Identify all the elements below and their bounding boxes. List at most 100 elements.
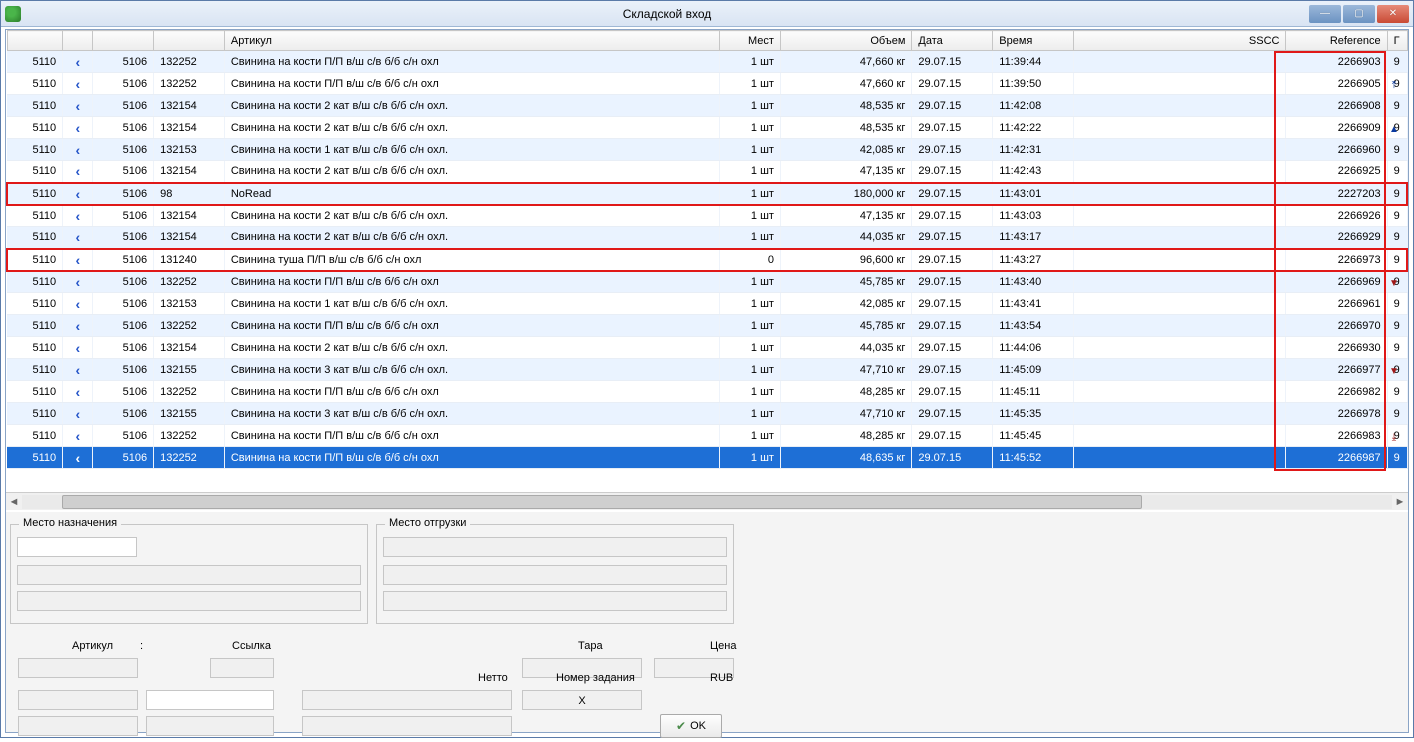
table-cell[interactable]: Свинина на кости П/П в/ш с/в б/б с/н охл: [224, 271, 719, 293]
destination-field-1[interactable]: [17, 537, 137, 557]
table-cell[interactable]: 5106: [93, 249, 154, 271]
table-cell[interactable]: [1074, 227, 1286, 249]
table-cell[interactable]: 47,660 кг: [780, 51, 911, 73]
table-row[interactable]: 5110‹5106132155Свинина на кости 3 кат в/…: [7, 359, 1407, 381]
table-cell[interactable]: 5110: [7, 359, 63, 381]
table-cell[interactable]: 132155: [154, 403, 225, 425]
scroll-thumb[interactable]: [62, 495, 1142, 509]
table-cell[interactable]: 5110: [7, 425, 63, 447]
table-cell[interactable]: 29.07.15: [912, 117, 993, 139]
table-cell[interactable]: 29.07.15: [912, 249, 993, 271]
table-cell[interactable]: 2266929: [1286, 227, 1387, 249]
table-cell[interactable]: [1074, 95, 1286, 117]
table-cell[interactable]: 44,035 кг: [780, 337, 911, 359]
table-cell[interactable]: Свинина на кости 3 кат в/ш с/в б/б с/н о…: [224, 359, 719, 381]
table-cell[interactable]: Свинина на кости П/П в/ш с/в б/б с/н охл: [224, 51, 719, 73]
table-cell[interactable]: 48,285 кг: [780, 381, 911, 403]
table-cell[interactable]: Свинина на кости 2 кат в/ш с/в б/б с/н о…: [224, 161, 719, 183]
table-row[interactable]: 5110‹5106132252Свинина на кости П/П в/ш …: [7, 425, 1407, 447]
nav-up-button[interactable]: ▲: [1389, 118, 1399, 140]
table-cell[interactable]: 1 шт: [720, 403, 781, 425]
detail-field-2[interactable]: [146, 690, 274, 710]
table-row[interactable]: 5110‹5106132252Свинина на кости П/П в/ш …: [7, 51, 1407, 73]
table-cell[interactable]: 29.07.15: [912, 359, 993, 381]
table-cell[interactable]: ‹: [63, 183, 93, 205]
table-cell[interactable]: 132252: [154, 73, 225, 95]
table-cell[interactable]: 2266908: [1286, 95, 1387, 117]
table-cell[interactable]: ‹: [63, 337, 93, 359]
table-row[interactable]: 5110‹5106132154Свинина на кости 2 кат в/…: [7, 205, 1407, 227]
table-cell[interactable]: 48,535 кг: [780, 117, 911, 139]
table-cell[interactable]: ‹: [63, 161, 93, 183]
table-cell[interactable]: [1074, 425, 1286, 447]
table-cell[interactable]: NoRead: [224, 183, 719, 205]
table-cell[interactable]: 11:39:50: [993, 73, 1074, 95]
table-cell[interactable]: ‹: [63, 227, 93, 249]
table-cell[interactable]: ‹: [63, 271, 93, 293]
scroll-track[interactable]: [22, 495, 1392, 509]
table-cell[interactable]: [1074, 359, 1286, 381]
table-cell[interactable]: 5110: [7, 337, 63, 359]
table-cell[interactable]: 132252: [154, 315, 225, 337]
col-header-article[interactable]: Артикул: [224, 31, 719, 51]
table-cell[interactable]: 2227203: [1286, 183, 1387, 205]
table-cell[interactable]: 29.07.15: [912, 425, 993, 447]
table-cell[interactable]: Свинина на кости П/П в/ш с/в б/б с/н охл: [224, 315, 719, 337]
table-cell[interactable]: 2266926: [1286, 205, 1387, 227]
table-cell[interactable]: [1074, 381, 1286, 403]
table-cell[interactable]: 132154: [154, 205, 225, 227]
table-cell[interactable]: 5110: [7, 447, 63, 469]
table-cell[interactable]: 5110: [7, 271, 63, 293]
table-cell[interactable]: 1 шт: [720, 447, 781, 469]
table-cell[interactable]: 29.07.15: [912, 183, 993, 205]
table-cell[interactable]: 5106: [93, 293, 154, 315]
minimize-button[interactable]: —: [1309, 5, 1341, 23]
table-cell[interactable]: 2266903: [1286, 51, 1387, 73]
table-cell[interactable]: 1 шт: [720, 139, 781, 161]
table-cell[interactable]: 0: [720, 249, 781, 271]
data-grid[interactable]: Артикул Мест Объем Дата Время SSCC Refer…: [6, 30, 1408, 469]
table-cell[interactable]: 5110: [7, 183, 63, 205]
col-header-time[interactable]: Время: [993, 31, 1074, 51]
nav-last-button[interactable]: ⤓: [1392, 426, 1396, 448]
table-cell[interactable]: 5110: [7, 293, 63, 315]
table-cell[interactable]: 11:43:01: [993, 183, 1074, 205]
col-header-sscc[interactable]: SSCC: [1074, 31, 1286, 51]
table-cell[interactable]: 5110: [7, 73, 63, 95]
table-cell[interactable]: 29.07.15: [912, 205, 993, 227]
table-cell[interactable]: 11:45:52: [993, 447, 1074, 469]
close-button[interactable]: ✕: [1377, 5, 1409, 23]
table-cell[interactable]: 29.07.15: [912, 73, 993, 95]
table-cell[interactable]: 42,085 кг: [780, 139, 911, 161]
table-cell[interactable]: 132154: [154, 117, 225, 139]
table-cell[interactable]: 11:45:35: [993, 403, 1074, 425]
table-cell[interactable]: 5106: [93, 51, 154, 73]
table-cell[interactable]: 5106: [93, 381, 154, 403]
table-cell[interactable]: 132252: [154, 447, 225, 469]
table-cell[interactable]: 96,600 кг: [780, 249, 911, 271]
table-cell[interactable]: [1074, 271, 1286, 293]
table-cell[interactable]: ‹: [63, 95, 93, 117]
table-cell[interactable]: [1074, 249, 1286, 271]
table-cell[interactable]: 1 шт: [720, 95, 781, 117]
table-cell[interactable]: 11:43:40: [993, 271, 1074, 293]
table-cell[interactable]: 5110: [7, 227, 63, 249]
table-cell[interactable]: [1074, 117, 1286, 139]
table-cell[interactable]: 5106: [93, 227, 154, 249]
table-cell[interactable]: 1 шт: [720, 337, 781, 359]
horizontal-scrollbar[interactable]: ◄ ►: [6, 492, 1408, 510]
table-row[interactable]: 5110‹5106132154Свинина на кости 2 кат в/…: [7, 161, 1407, 183]
table-cell[interactable]: 5110: [7, 381, 63, 403]
table-cell[interactable]: 11:43:03: [993, 205, 1074, 227]
table-cell[interactable]: 11:43:17: [993, 227, 1074, 249]
col-header-blank4[interactable]: [154, 31, 225, 51]
table-cell[interactable]: 11:43:54: [993, 315, 1074, 337]
table-cell[interactable]: ‹: [63, 51, 93, 73]
table-cell[interactable]: [1074, 403, 1286, 425]
table-cell[interactable]: 1 шт: [720, 205, 781, 227]
table-cell[interactable]: 29.07.15: [912, 51, 993, 73]
table-cell[interactable]: 1 шт: [720, 293, 781, 315]
table-cell[interactable]: 2266960: [1286, 139, 1387, 161]
table-cell[interactable]: 47,135 кг: [780, 161, 911, 183]
table-cell[interactable]: 5106: [93, 73, 154, 95]
